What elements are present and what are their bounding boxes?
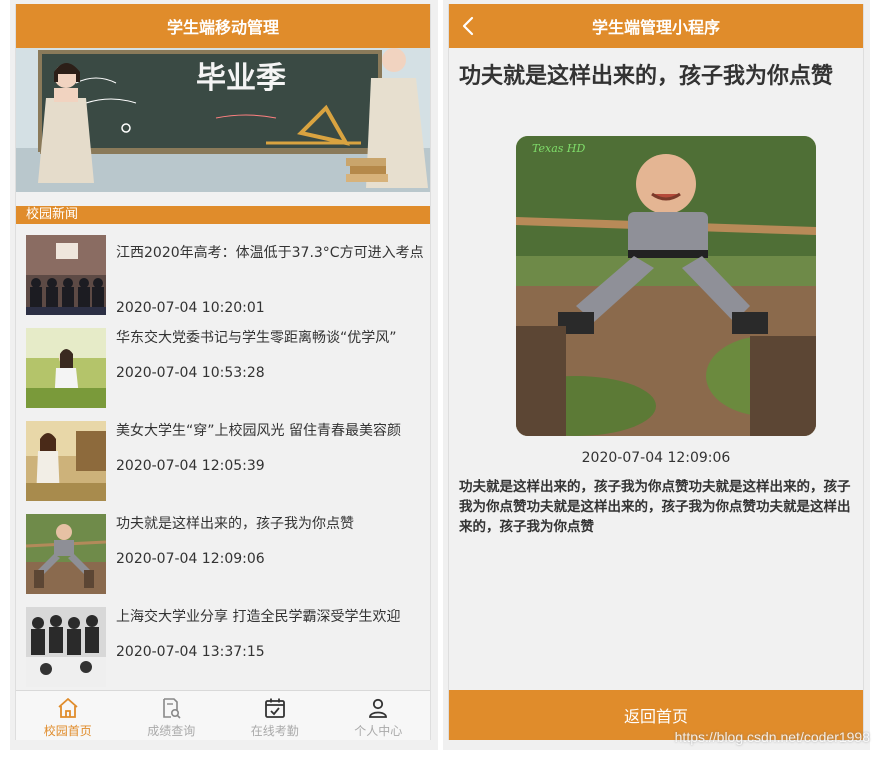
user-icon — [369, 698, 388, 718]
home-screen: 学生端移动管理 毕业季 校园新闻 江西2020年高考：体温低于37.3°C方可进… — [15, 4, 431, 740]
tab-bar: 校园首页 成绩查询 在线考勤 个人中心 — [16, 690, 430, 740]
home-icon — [58, 698, 78, 718]
back-home-label: 返回首页 — [623, 707, 688, 726]
calendar-check-icon — [264, 698, 285, 718]
news-title: 美女大学生“穿”上校园风光 留住青春最美容颜 — [116, 423, 401, 439]
banner-illustration: 毕业季 — [16, 48, 430, 192]
news-time: 2020-07-04 12:05:39 — [116, 458, 265, 474]
news-item[interactable]: 华东交大党委书记与学生零距离畅谈“优学风” 2020-07-04 10:53:2… — [16, 317, 430, 410]
news-title: 功夫就是这样出来的，孩子我为你点赞 — [116, 516, 354, 532]
news-thumbnail — [26, 607, 106, 687]
news-time: 2020-07-04 13:37:15 — [116, 644, 265, 660]
news-thumbnail — [26, 421, 106, 501]
article-body: 功夫就是这样出来的，孩子我为你点赞功夫就是这样出来的，孩子我为你点赞功夫就是这样… — [459, 479, 851, 535]
tab-home-label: 校园首页 — [43, 724, 92, 738]
news-thumbnail — [26, 328, 106, 408]
home-navbar: 学生端移动管理 — [16, 4, 430, 48]
tab-attendance[interactable]: 在线考勤 — [223, 691, 327, 740]
news-item[interactable]: 江西2020年高考：体温低于37.3°C方可进入考点 2020-07-04 10… — [16, 224, 430, 317]
news-title: 上海交大学业分享 打造全民学霸深受学生欢迎 — [116, 609, 401, 625]
watermark: https://blog.csdn.net/coder1998 — [674, 729, 870, 745]
news-item[interactable]: 功夫就是这样出来的，孩子我为你点赞 2020-07-04 12:09:06 — [16, 503, 430, 596]
campus-news-title: 校园新闻 — [26, 207, 79, 222]
detail-navbar: 学生端管理小程序 — [449, 4, 863, 48]
news-thumbnail — [26, 514, 106, 594]
news-time: 2020-07-04 10:53:28 — [116, 365, 265, 381]
detail-screen: 学生端管理小程序 功夫就是这样出来的，孩子我为你点赞 Texas HD 2020… — [448, 4, 864, 740]
graduation-banner[interactable]: 毕业季 — [16, 48, 430, 192]
news-item[interactable]: 美女大学生“穿”上校园风光 留住青春最美容颜 2020-07-04 12:05:… — [16, 410, 430, 503]
campus-news-header: 校园新闻 — [16, 206, 430, 224]
detail-navbar-title: 学生端管理小程序 — [591, 18, 720, 37]
tab-profile-label: 个人中心 — [354, 724, 403, 738]
tab-scores[interactable]: 成绩查询 — [120, 691, 224, 740]
article-image: Texas HD — [516, 136, 816, 436]
news-title: 江西2020年高考：体温低于37.3°C方可进入考点 — [116, 245, 424, 261]
news-thumbnail — [26, 235, 106, 315]
article-title: 功夫就是这样出来的，孩子我为你点赞 — [459, 64, 834, 89]
home-navbar-title: 学生端移动管理 — [166, 18, 279, 37]
news-time: 2020-07-04 12:09:06 — [116, 551, 265, 567]
news-time: 2020-07-04 10:20:01 — [116, 300, 265, 316]
back-arrow-icon[interactable] — [457, 14, 481, 38]
news-title: 华东交大党委书记与学生零距离畅谈“优学风” — [116, 330, 397, 346]
banner-title: 毕业季 — [196, 61, 286, 96]
image-caption: Texas HD — [532, 142, 585, 155]
tab-profile[interactable]: 个人中心 — [327, 691, 431, 740]
tab-home[interactable]: 校园首页 — [16, 691, 120, 740]
tab-attendance-label: 在线考勤 — [250, 724, 299, 738]
tab-scores-label: 成绩查询 — [147, 724, 196, 738]
score-search-icon — [163, 698, 181, 719]
article-time: 2020-07-04 12:09:06 — [581, 450, 731, 466]
news-item[interactable]: 上海交大学业分享 打造全民学霸深受学生欢迎 2020-07-04 13:37:1… — [16, 596, 430, 689]
